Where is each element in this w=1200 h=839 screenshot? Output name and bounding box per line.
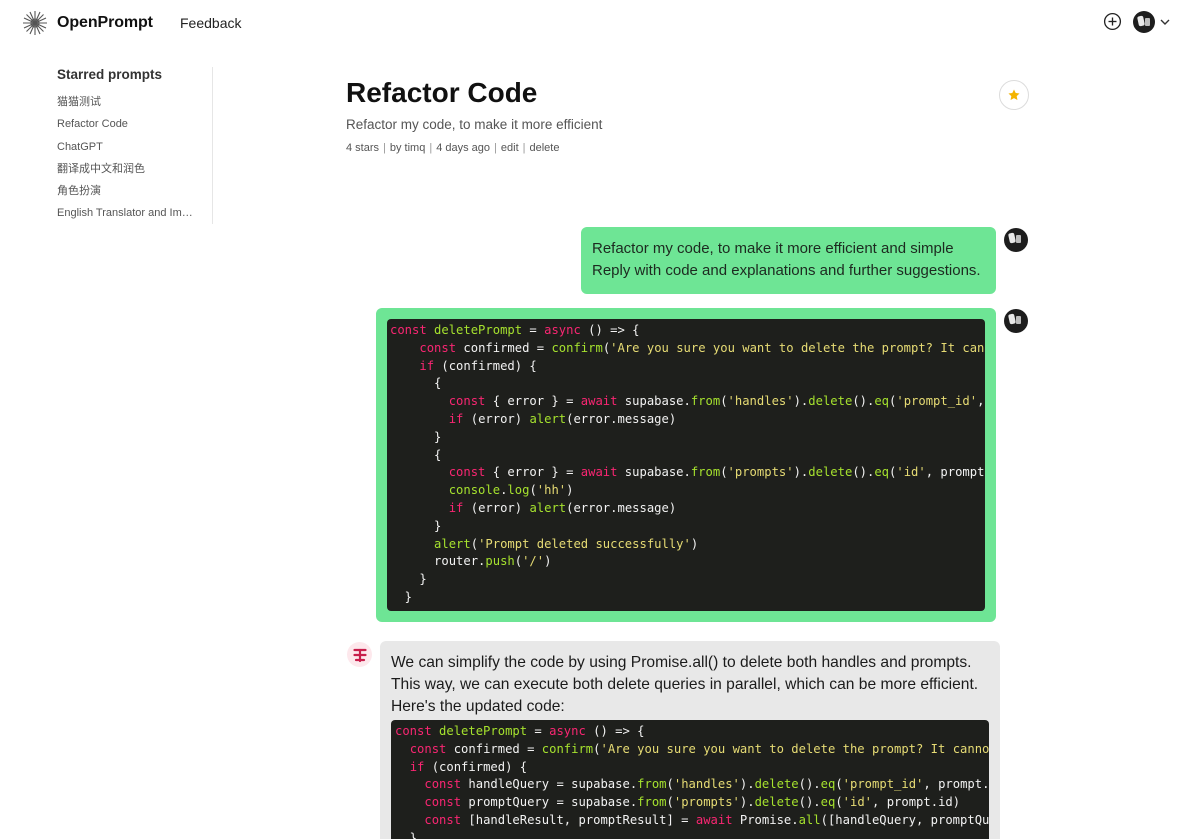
code-line: } [390,572,427,587]
top-header: OpenPrompt Feedback [0,0,1200,46]
user-message-line: Reply with code and explanations and fur… [592,262,981,279]
feedback-link[interactable]: Feedback [180,15,241,31]
assistant-avatar [347,642,372,667]
assistant-message: We can simplify the code by using Promis… [380,641,1000,839]
created-time: 4 days ago [436,142,491,154]
meta-separator: | [522,142,526,154]
star-button[interactable] [999,80,1029,110]
code-line: const confirmed = confirm('Are you sure … [409,741,989,756]
code-block: const deletePrompt = async () => { const… [387,319,985,611]
code-line: if (error) alert(error.message) [448,411,677,426]
code-line: const confirmed = confirm('Are you sure … [419,340,985,355]
avatar [1133,11,1155,33]
code-line: alert('Prompt deleted successfully') [434,536,699,551]
code-line: const handleQuery = supabase.from('handl… [424,777,989,792]
sidebar-item-chatgpt[interactable]: ChatGPT [57,136,195,158]
code-line: console.log('hh') [448,483,574,498]
avatar [1004,309,1028,333]
sidebar-item-english-translator[interactable]: English Translator and Improver [57,202,195,224]
code-line: if (error) alert(error.message) [448,500,677,515]
user-message-prompt: Refactor my code, to make it more effici… [581,227,996,294]
code-line: const [handleResult, promptResult] = awa… [424,812,989,827]
edit-link[interactable]: edit [501,142,519,154]
code-line: } [390,589,413,604]
app-logo[interactable]: OpenPrompt [21,9,153,37]
code-line: const { error } = await supabase.from('h… [448,394,985,409]
sidebar-item-cat-test[interactable]: 猫猫测试 [57,91,195,113]
stars-count: 4 stars [346,142,380,154]
sidebar-item-translate-polish[interactable]: 翻译成中文和润色 [57,158,195,180]
sidebar-item-refactor-code[interactable]: Refactor Code [57,113,195,135]
code-line: } [395,830,418,839]
sidebar-title: Starred prompts [57,67,163,82]
assistant-message-text: We can simplify the code by using Promis… [391,654,979,715]
meta-separator: | [383,142,386,154]
page-title: Refactor Code [346,77,538,108]
user-message-line: Refactor my code, to make it more effici… [592,240,954,257]
starred-prompts-list: 猫猫测试 Refactor Code ChatGPT 翻译成中文和润色 角色扮演… [57,91,212,225]
user-code: const deletePrompt = async () => { const… [390,322,985,607]
code-line: const deletePrompt = async () => { [395,724,645,738]
openprompt-logo-icon [23,11,47,35]
meta-separator: | [429,142,433,154]
code-line: { [390,447,442,462]
user-message-code: const deletePrompt = async () => { const… [376,308,996,622]
user-menu[interactable] [1133,11,1171,33]
code-line: if (confirmed) { [409,759,528,774]
code-line: router.push('/') [390,554,552,569]
chevron-down-icon [1160,19,1170,25]
delete-link[interactable]: delete [530,142,560,154]
code-line: if (confirmed) { [419,358,537,373]
starred-prompts-sidebar: Starred prompts 猫猫测试 Refactor Code ChatG… [57,67,213,224]
code-line: const promptQuery = supabase.from('promp… [424,795,961,810]
meta-separator: | [494,142,497,154]
code-line: } [390,518,442,533]
avatar [1004,228,1028,252]
code-block: const deletePrompt = async () => { const… [391,720,989,839]
code-line: const { error } = await supabase.from('p… [448,465,985,480]
app-name: OpenPrompt [57,14,153,31]
author-link[interactable]: by timq [390,142,425,154]
code-line: } [390,429,442,444]
code-line: { [390,376,442,391]
prompt-meta: 4 stars | by timq | 4 days ago | edit | … [346,142,559,154]
sidebar-item-role-play[interactable]: 角色扮演 [57,180,195,202]
assistant-logo-icon [352,648,367,662]
assistant-code: const deletePrompt = async () => { const… [395,723,989,839]
code-line: const deletePrompt = async () => { [390,323,640,337]
prompt-description: Refactor my code, to make it more effici… [346,117,603,132]
star-icon [1008,89,1020,101]
plus-circle-icon[interactable] [1103,12,1122,31]
